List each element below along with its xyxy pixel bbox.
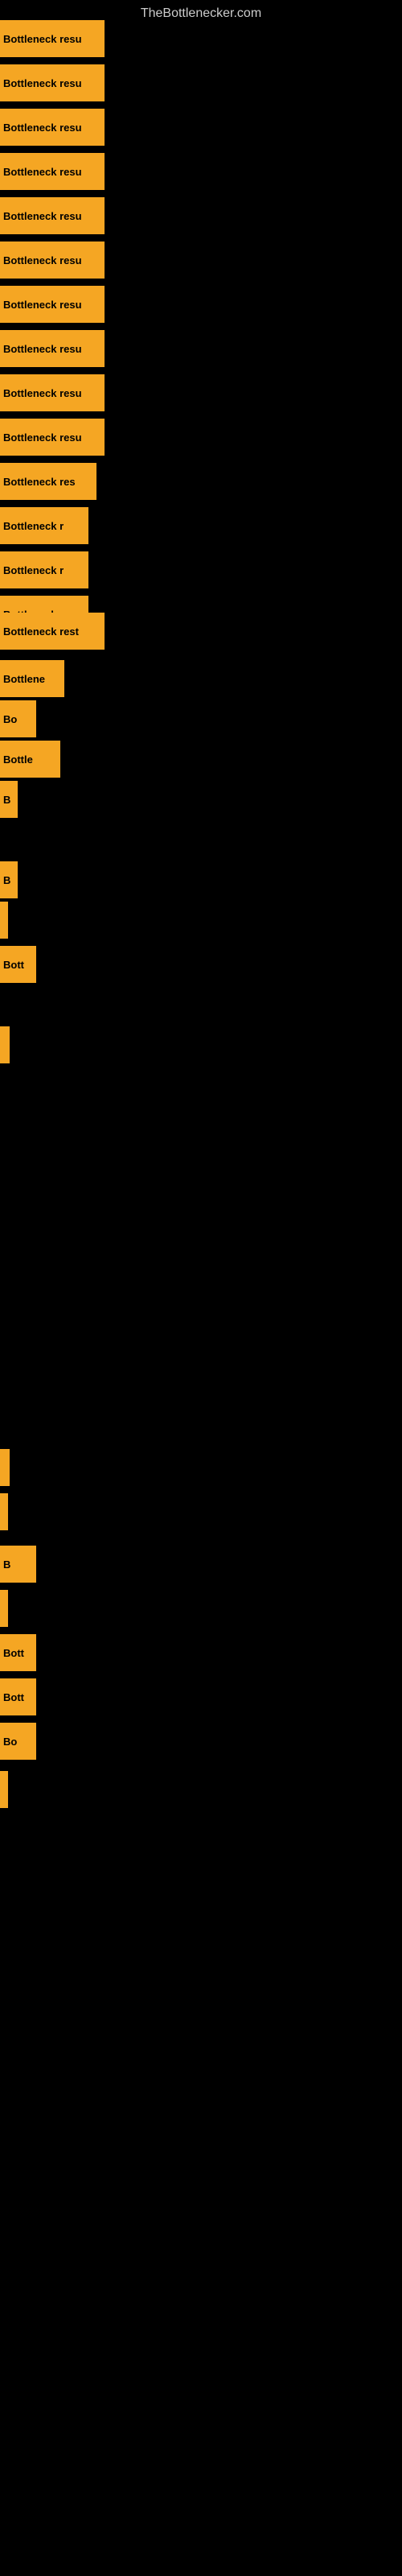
bottleneck-bar-12: Bottleneck r — [0, 551, 88, 588]
bottleneck-bar-0: Bottleneck resu — [0, 20, 105, 57]
bottleneck-bar-3: Bottleneck resu — [0, 153, 105, 190]
bottleneck-bar-4: Bottleneck resu — [0, 197, 105, 234]
bottleneck-bar-23 — [0, 1449, 10, 1486]
bottleneck-bar-14: Bottleneck rest — [0, 613, 105, 650]
bottleneck-bar-19: B — [0, 861, 18, 898]
bottleneck-bar-21: Bott — [0, 946, 36, 983]
bottleneck-bar-15: Bottlene — [0, 660, 64, 697]
bottleneck-bar-29: Bo — [0, 1723, 36, 1760]
bottleneck-bar-17: Bottle — [0, 741, 60, 778]
bottleneck-bar-24 — [0, 1493, 8, 1530]
bottleneck-bar-9: Bottleneck resu — [0, 419, 105, 456]
bottleneck-bar-22 — [0, 1026, 10, 1063]
bottleneck-bar-2: Bottleneck resu — [0, 109, 105, 146]
bottleneck-bar-16: Bo — [0, 700, 36, 737]
bottleneck-bar-18: B — [0, 781, 18, 818]
bottleneck-bar-7: Bottleneck resu — [0, 330, 105, 367]
bottleneck-bar-10: Bottleneck res — [0, 463, 96, 500]
bottleneck-bar-28: Bott — [0, 1678, 36, 1715]
bottleneck-bar-27: Bott — [0, 1634, 36, 1671]
bottleneck-bar-20 — [0, 902, 8, 939]
bottleneck-bar-30 — [0, 1771, 8, 1808]
bottleneck-bar-25: B — [0, 1546, 36, 1583]
bottleneck-bar-6: Bottleneck resu — [0, 286, 105, 323]
bottleneck-bar-5: Bottleneck resu — [0, 242, 105, 279]
bottleneck-bar-26 — [0, 1590, 8, 1627]
bottleneck-bar-11: Bottleneck r — [0, 507, 88, 544]
bottleneck-bar-1: Bottleneck resu — [0, 64, 105, 101]
bottleneck-bar-8: Bottleneck resu — [0, 374, 105, 411]
